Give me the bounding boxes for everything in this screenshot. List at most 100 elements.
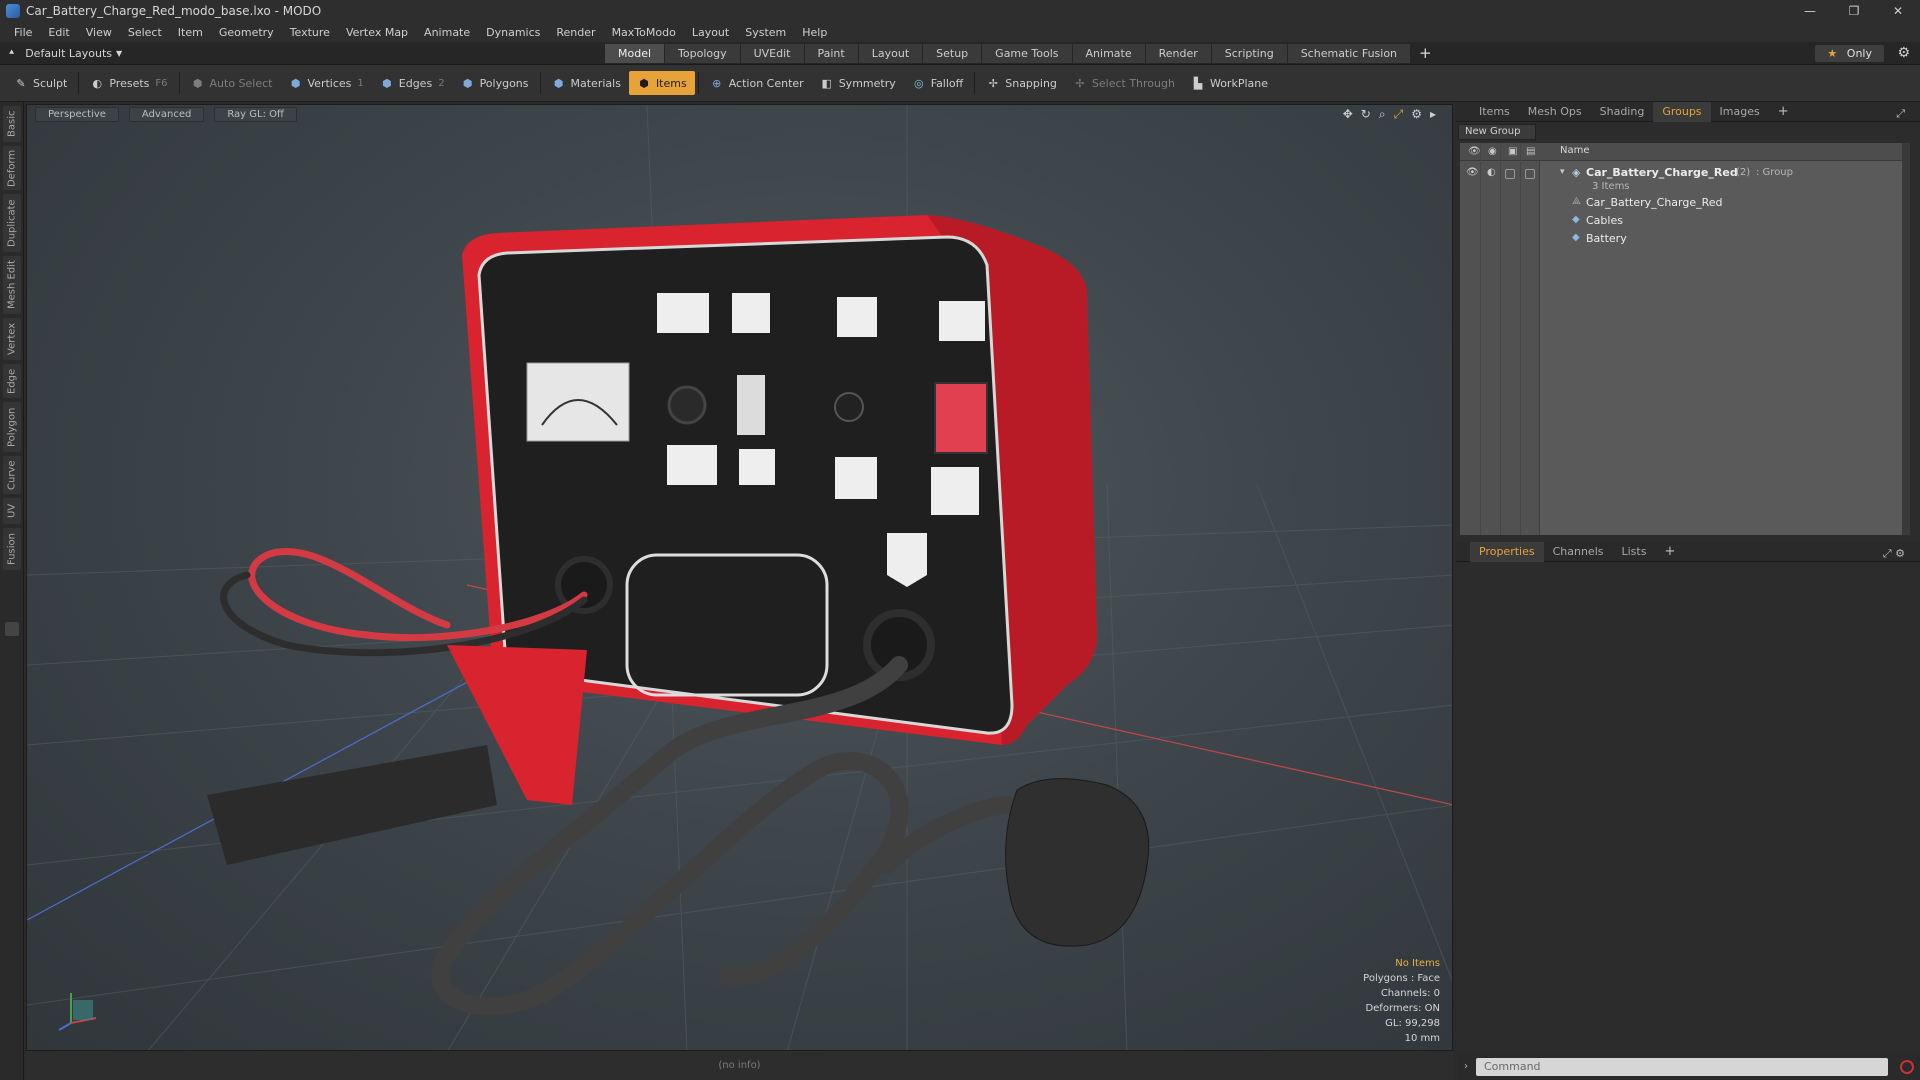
expand-icon[interactable]: ⤢ (1887, 104, 1914, 124)
menu-select[interactable]: Select (120, 26, 170, 39)
pan-icon[interactable]: ✥ (1343, 107, 1353, 122)
only-toggle-button[interactable]: ★ Only (1815, 45, 1884, 62)
tab-layout[interactable]: Layout (858, 44, 924, 63)
menu-geometry[interactable]: Geometry (211, 26, 282, 39)
vtab-basic[interactable]: Basic (3, 106, 21, 142)
items-button[interactable]: ⬢ Items (628, 71, 695, 95)
window-controls: — ❐ ✕ (1788, 0, 1920, 22)
tab-game-tools[interactable]: Game Tools (982, 44, 1073, 63)
menu-system[interactable]: System (737, 26, 794, 39)
tab-images[interactable]: Images (1711, 102, 1769, 122)
zoom-icon[interactable]: ⌕ (1379, 107, 1386, 122)
vtab-duplicate[interactable]: Duplicate (3, 194, 21, 252)
layout-collapse-icon[interactable]: ⯅ (8, 48, 15, 58)
view-mode-selector[interactable]: Perspective (35, 107, 119, 122)
vtab-polygon[interactable]: Polygon (3, 402, 21, 452)
select-checkbox[interactable] (1525, 169, 1535, 179)
select-through-button[interactable]: ✢ Select Through (1065, 71, 1183, 95)
menu-render[interactable]: Render (548, 26, 603, 39)
lock-checkbox[interactable] (1505, 169, 1515, 179)
render-icon[interactable]: ◉ (1488, 146, 1497, 157)
tab-shading[interactable]: Shading (1591, 102, 1654, 122)
falloff-button[interactable]: ◎ Falloff (904, 71, 971, 95)
symmetry-button[interactable]: ◧ Symmetry (812, 71, 904, 95)
command-input[interactable]: Command (1476, 1057, 1888, 1076)
add-bottom-tab-button[interactable]: + (1655, 542, 1684, 562)
lock-icon[interactable]: ▣ (1508, 146, 1517, 157)
menu-help[interactable]: Help (794, 26, 835, 39)
left-strip-toggle-button[interactable] (5, 622, 19, 636)
snapping-button[interactable]: ✢ Snapping (978, 71, 1065, 95)
tab-paint[interactable]: Paint (804, 44, 859, 63)
vtab-deform[interactable]: Deform (3, 146, 21, 190)
tab-model[interactable]: Model (605, 44, 666, 63)
menu-file[interactable]: File (6, 26, 40, 39)
menu-animate[interactable]: Animate (416, 26, 478, 39)
tab-uvedit[interactable]: UVEdit (740, 44, 805, 63)
render-icon[interactable]: ◐ (1487, 167, 1496, 178)
menu-edit[interactable]: Edit (40, 26, 77, 39)
menu-layout[interactable]: Layout (684, 26, 737, 39)
maximize-button[interactable]: ❐ (1832, 0, 1876, 22)
rotate-icon[interactable]: ↻ (1361, 107, 1371, 122)
minimize-button[interactable]: — (1788, 0, 1832, 22)
command-history-arrow-icon[interactable]: › (1464, 1061, 1468, 1072)
vtab-curve[interactable]: Curve (3, 456, 21, 494)
tab-schematic-fusion[interactable]: Schematic Fusion (1287, 44, 1412, 63)
tab-mesh-ops[interactable]: Mesh Ops (1519, 102, 1591, 122)
gear-icon[interactable]: ⚙ (1897, 45, 1910, 61)
raygl-toggle[interactable]: Ray GL: Off (214, 107, 297, 122)
tree-row-child-2[interactable]: ◆ Cables (1460, 213, 1902, 231)
bottom-panel-settings-icon[interactable]: ⤢ ⚙ (1874, 544, 1914, 564)
shading-mode-selector[interactable]: Advanced (128, 107, 205, 122)
tree-row-child-3[interactable]: ◆ Battery (1460, 231, 1902, 249)
action-center-button[interactable]: ⊕ Action Center (702, 71, 812, 95)
name-column-header[interactable]: Name (1560, 145, 1590, 156)
viewport-menu-arrow-icon[interactable]: ▸ (1430, 107, 1436, 122)
tab-topology[interactable]: Topology (665, 44, 741, 63)
vtab-vertex[interactable]: Vertex (3, 318, 21, 360)
vertices-button[interactable]: ⬢ Vertices 1 (281, 71, 372, 95)
menu-dynamics[interactable]: Dynamics (478, 26, 548, 39)
auto-select-button[interactable]: ⬢ Auto Select (183, 71, 281, 95)
edges-button[interactable]: ⬢ Edges 2 (372, 71, 453, 95)
tab-scripting[interactable]: Scripting (1211, 44, 1288, 63)
layout-selector[interactable]: ⯅ Default Layouts ▼ (8, 47, 122, 60)
menu-vertex-map[interactable]: Vertex Map (338, 26, 416, 39)
visibility-eye-icon[interactable]: 👁 (1466, 167, 1479, 178)
materials-button[interactable]: ⬢ Materials (544, 71, 629, 95)
tab-groups[interactable]: Groups (1653, 101, 1711, 122)
groups-scrollbar[interactable] (1902, 143, 1910, 535)
tab-render[interactable]: Render (1145, 44, 1212, 63)
tab-properties[interactable]: Properties (1470, 541, 1544, 562)
new-group-button[interactable]: New Group (1458, 124, 1536, 140)
menu-view[interactable]: View (78, 26, 120, 39)
select-icon[interactable]: ▤ (1526, 146, 1535, 157)
menu-item[interactable]: Item (170, 26, 211, 39)
vtab-fusion[interactable]: Fusion (3, 528, 21, 570)
menu-maxtomodo[interactable]: MaxToModo (604, 26, 684, 39)
viewport-gear-icon[interactable]: ⚙ (1411, 107, 1422, 122)
tab-channels[interactable]: Channels (1544, 542, 1613, 562)
stop-icon[interactable] (1900, 1059, 1914, 1074)
tree-row-child-1[interactable]: ⟁ Car_Battery_Charge_Red (1460, 195, 1902, 213)
polygons-button[interactable]: ⬢ Polygons (453, 71, 537, 95)
close-button[interactable]: ✕ (1876, 0, 1920, 22)
add-panel-tab-button[interactable]: + (1769, 102, 1798, 122)
add-layout-tab-button[interactable]: + (1411, 44, 1440, 63)
presets-button[interactable]: ◐ Presets F6 (82, 71, 175, 95)
workplane-button[interactable]: ▙ WorkPlane (1183, 71, 1276, 95)
menu-texture[interactable]: Texture (282, 26, 338, 39)
vtab-edge[interactable]: Edge (3, 364, 21, 398)
tab-items[interactable]: Items (1470, 102, 1519, 122)
vtab-mesh-edit[interactable]: Mesh Edit (3, 256, 21, 314)
vtab-uv[interactable]: UV (3, 498, 21, 524)
expand-arrow-icon[interactable]: ▾ (1560, 167, 1565, 177)
tab-animate[interactable]: Animate (1072, 44, 1146, 63)
tab-setup[interactable]: Setup (923, 44, 983, 63)
3d-viewport[interactable]: Perspective Advanced Ray GL: Off ✥ ↻ ⌕ ⤢… (26, 104, 1453, 1051)
fit-icon[interactable]: ⤢ (1394, 107, 1404, 122)
visibility-eye-icon[interactable]: 👁 (1468, 146, 1481, 157)
sculpt-button[interactable]: ✎ Sculpt (6, 71, 75, 95)
tab-lists[interactable]: Lists (1613, 542, 1656, 562)
